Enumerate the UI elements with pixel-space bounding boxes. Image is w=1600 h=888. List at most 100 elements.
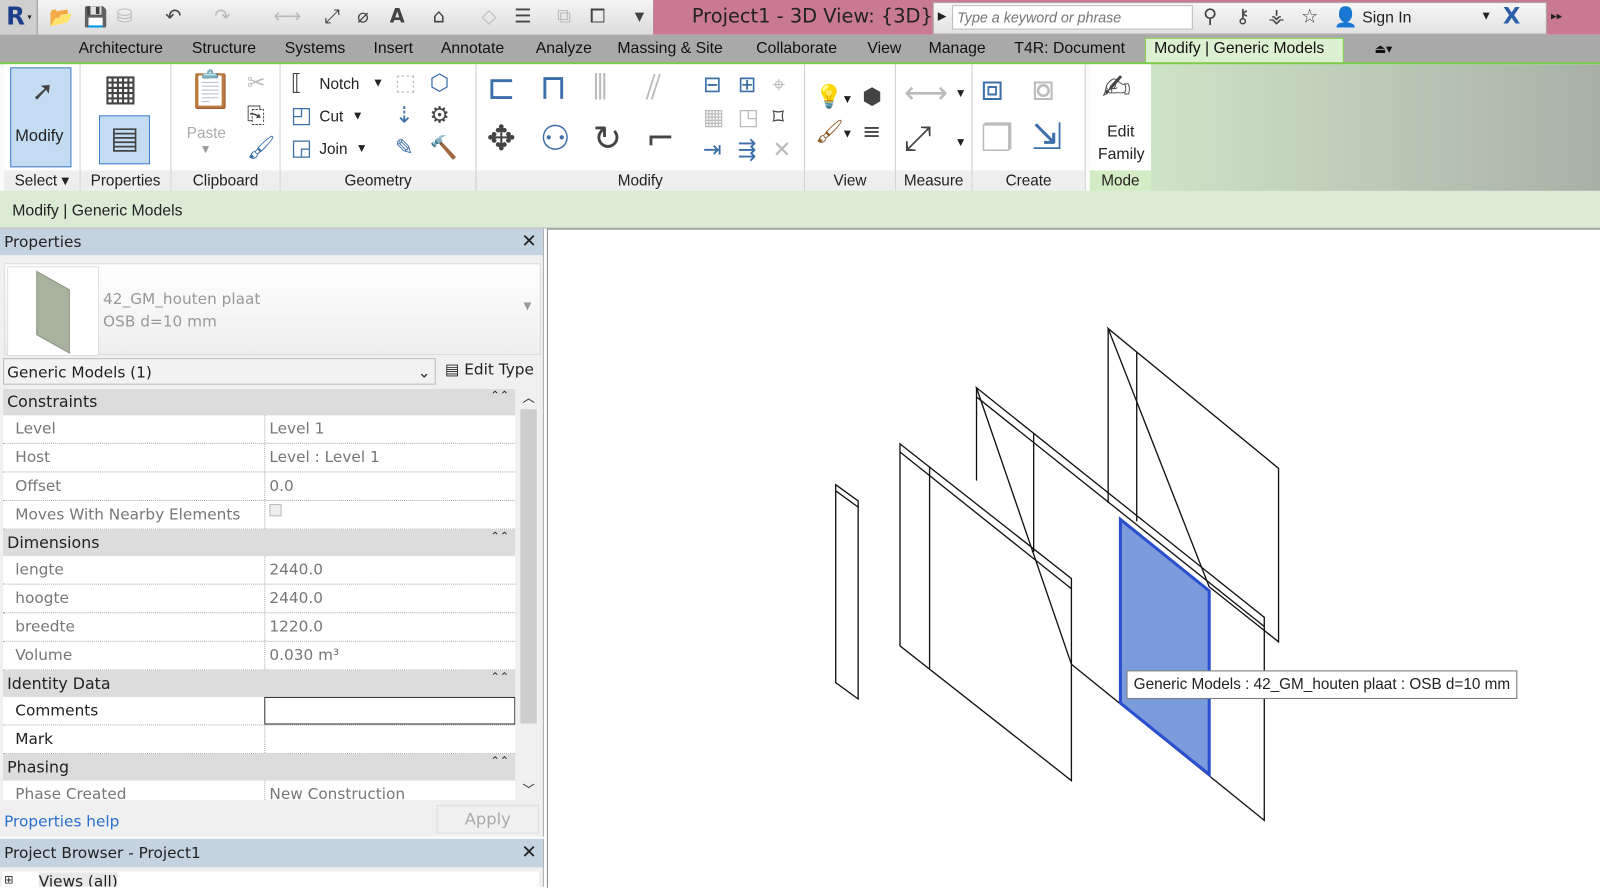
- trim-extend-single-icon[interactable]: ⇥: [703, 139, 722, 162]
- join-dropdown-icon[interactable]: ▼: [358, 144, 365, 154]
- tab-annotate[interactable]: Annotate: [441, 40, 504, 58]
- tab-view[interactable]: View: [867, 40, 901, 58]
- comments-input[interactable]: [264, 696, 516, 725]
- tab-structure[interactable]: Structure: [192, 40, 256, 58]
- split-with-gap-icon[interactable]: ⊞: [738, 74, 757, 96]
- sign-in-button[interactable]: Sign In: [1362, 9, 1411, 27]
- create-parts-icon[interactable]: ⧇: [1032, 70, 1055, 107]
- cut-button[interactable]: Cut: [319, 108, 343, 125]
- measure-dropdown-icon[interactable]: ▼: [957, 89, 964, 99]
- section-icon[interactable]: ◇: [482, 5, 497, 27]
- offset-icon[interactable]: ⊓: [540, 70, 567, 105]
- moves-with-nearby-checkbox[interactable]: [264, 501, 515, 529]
- scale-icon[interactable]: ◳: [738, 107, 759, 129]
- tag-icon[interactable]: ⌀: [357, 5, 369, 27]
- properties-toggle-button[interactable]: ▤: [98, 115, 150, 165]
- trim-extend-corner-icon[interactable]: ⌐: [646, 121, 675, 156]
- type-selector[interactable]: 42_GM_houten plaat OSB d=10 mm ▼: [4, 263, 541, 357]
- expand-search-icon[interactable]: ▶: [938, 9, 947, 22]
- type-dropdown-icon[interactable]: ▼: [523, 301, 531, 312]
- tab-t4r-document[interactable]: T4R: Document: [1014, 40, 1125, 58]
- text-icon[interactable]: A: [390, 5, 405, 27]
- group-phasing[interactable]: Phasing ⌃⌃: [3, 754, 516, 781]
- copy-icon[interactable]: ⎘: [247, 105, 265, 127]
- align-icon[interactable]: ⊏: [487, 70, 516, 105]
- binoculars-icon[interactable]: ⚲: [1203, 5, 1217, 27]
- revit-app-icon[interactable]: R ▾: [0, 0, 38, 35]
- rotate-icon[interactable]: ↻: [593, 121, 622, 156]
- tab-insert[interactable]: Insert: [373, 40, 413, 58]
- save-icon[interactable]: 💾: [84, 5, 108, 28]
- apply-button[interactable]: Apply: [436, 805, 539, 834]
- join-button[interactable]: Join: [319, 141, 347, 158]
- create-group-icon[interactable]: ❐: [981, 121, 1014, 158]
- tab-systems[interactable]: Systems: [285, 40, 346, 58]
- mirror-draw-axis-icon[interactable]: ⫽: [646, 70, 661, 105]
- redo-icon[interactable]: ↷: [214, 5, 230, 27]
- thin-lines-icon[interactable]: ☰: [514, 5, 531, 27]
- line-styles-icon[interactable]: ≡: [862, 121, 881, 143]
- paste-dropdown-icon[interactable]: ▼: [202, 145, 209, 155]
- property-value[interactable]: Level : Level 1: [264, 443, 515, 472]
- create-assembly-icon[interactable]: ⧈: [981, 70, 1004, 107]
- close-hidden-icon[interactable]: ⧉: [557, 5, 571, 27]
- notch-dropdown-icon[interactable]: ▼: [374, 79, 381, 89]
- aligned-dimension-icon[interactable]: ⤢: [324, 5, 340, 27]
- unpin-icon[interactable]: ⌖: [772, 74, 785, 96]
- match-properties-icon[interactable]: 🖌: [247, 137, 276, 160]
- paint-icon[interactable]: ⚙: [430, 105, 450, 127]
- collapse-icon[interactable]: ⌃⌃: [490, 389, 509, 409]
- split-element-icon[interactable]: ⊟: [703, 74, 722, 96]
- property-value[interactable]: 1220.0: [264, 613, 515, 641]
- scrollbar-thumb[interactable]: [520, 409, 537, 724]
- mirror-pick-axis-icon[interactable]: ⫴: [593, 70, 608, 105]
- collapse-icon[interactable]: ⌃⌃: [490, 664, 509, 691]
- close-icon[interactable]: ✕: [521, 839, 536, 868]
- communication-center-icon[interactable]: ⚶: [1268, 5, 1284, 27]
- hide-in-view-icon[interactable]: 💡: [815, 86, 843, 109]
- measure-icon[interactable]: ⟷: [273, 5, 301, 27]
- group-constraints[interactable]: Constraints ⌃⌃: [3, 388, 516, 416]
- overflow-icon[interactable]: ▸▸: [1551, 9, 1562, 22]
- open-icon[interactable]: 📂: [49, 5, 73, 28]
- demolish-icon[interactable]: ✎: [395, 137, 414, 160]
- dimension-dropdown-icon[interactable]: ▼: [957, 138, 964, 148]
- subscription-key-icon[interactable]: ⚷: [1236, 5, 1250, 27]
- trim-extend-multiple-icon[interactable]: ⇶: [738, 139, 757, 162]
- tab-massing-site[interactable]: Massing & Site: [617, 40, 722, 58]
- edit-type-button[interactable]: ▤ Edit Type: [445, 360, 534, 378]
- pin-icon[interactable]: ⌑: [772, 107, 784, 129]
- scroll-down-icon[interactable]: ﹀: [522, 781, 534, 798]
- paste-button[interactable]: Paste: [187, 124, 226, 141]
- wall-joins-icon[interactable]: ⬡: [430, 72, 450, 94]
- paste-icon[interactable]: 📋: [188, 72, 234, 109]
- exchange-apps-icon[interactable]: X: [1503, 4, 1520, 30]
- property-value[interactable]: 2440.0: [264, 584, 515, 613]
- properties-help-link[interactable]: Properties help: [4, 812, 119, 830]
- measure-between-icon[interactable]: ⟷: [904, 78, 948, 110]
- property-value[interactable]: New Construction: [264, 780, 515, 800]
- sign-in-dropdown-icon[interactable]: ▼: [1483, 11, 1490, 21]
- linework-dropdown-icon[interactable]: ▼: [844, 130, 851, 140]
- select-dropdown[interactable]: Select ▾: [4, 170, 80, 193]
- minimize-ribbon-icon[interactable]: ⏏▾: [1374, 42, 1392, 56]
- hammer-icon[interactable]: 🔨: [430, 137, 458, 160]
- 3d-viewport[interactable]: [546, 228, 1600, 888]
- 3d-model-canvas[interactable]: [548, 230, 1600, 888]
- move-icon[interactable]: ✥: [487, 121, 516, 156]
- coping-icon[interactable]: ⬚: [395, 72, 416, 94]
- delete-icon[interactable]: ✕: [772, 139, 791, 162]
- property-value[interactable]: 2440.0: [264, 556, 515, 584]
- sync-icon[interactable]: ⛁: [116, 5, 132, 27]
- aligned-dimension-tool-icon[interactable]: ⤢: [904, 121, 932, 156]
- notch-button[interactable]: Notch: [319, 76, 359, 93]
- override-graphics-icon[interactable]: ⬢: [862, 86, 882, 109]
- group-identity-data[interactable]: Identity Data ⌃⌃: [3, 670, 516, 697]
- user-icon[interactable]: 👤: [1334, 5, 1358, 28]
- mark-input[interactable]: [264, 725, 515, 754]
- cut-dropdown-icon[interactable]: ▼: [354, 111, 361, 121]
- category-filter-dropdown[interactable]: Generic Models (1) ⌄: [3, 358, 436, 385]
- customize-icon[interactable]: ▼: [635, 9, 644, 23]
- split-face-icon[interactable]: ⇣: [395, 105, 414, 127]
- switch-windows-icon[interactable]: ⧠: [590, 5, 606, 27]
